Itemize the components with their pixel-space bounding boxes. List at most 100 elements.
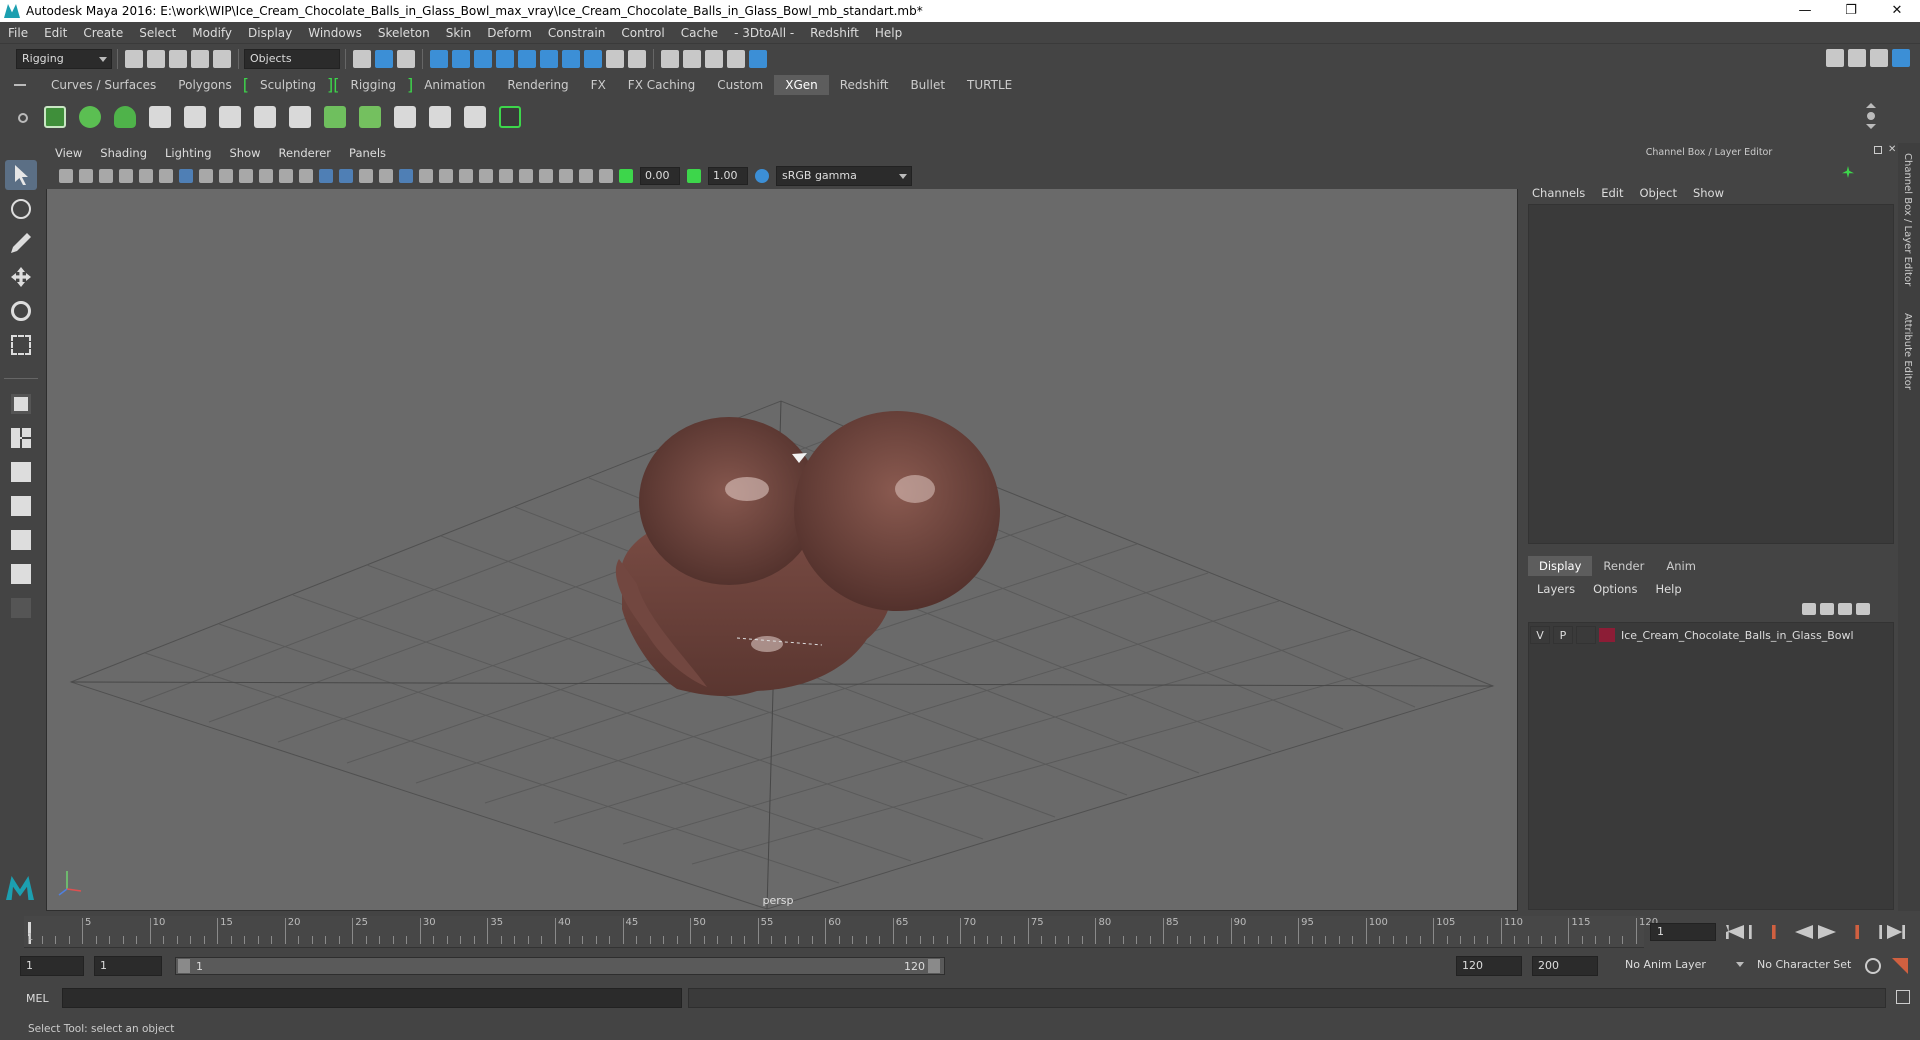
field-chart-icon[interactable] (259, 169, 273, 183)
menu-3dtoall[interactable]: - 3DtoAll - (726, 26, 802, 40)
isolate-select-icon[interactable] (539, 169, 553, 183)
input-output-icon[interactable] (628, 50, 646, 68)
symmetry-icon[interactable] (584, 50, 602, 68)
layout-more[interactable] (5, 593, 37, 623)
step-forward-frame-icon[interactable] (1855, 925, 1859, 939)
tab-redshift[interactable]: Redshift (829, 75, 900, 95)
shelf-scroll-arrows-icon[interactable] (1866, 103, 1876, 133)
xgen-layers-icon[interactable] (355, 102, 385, 132)
wireframe-icon[interactable] (319, 169, 333, 183)
move-layer-up-icon[interactable] (1802, 603, 1816, 615)
snap-projected-icon[interactable] (496, 50, 514, 68)
new-layer-icon[interactable] (1838, 603, 1852, 615)
viewport-menu-shading[interactable]: Shading (91, 146, 156, 160)
tab-polygons[interactable]: Polygons (167, 75, 242, 95)
move-tool[interactable] (5, 262, 37, 292)
select-object-icon[interactable] (375, 50, 393, 68)
image-plane-icon[interactable] (119, 169, 133, 183)
xgen-guide-place-icon[interactable] (215, 102, 245, 132)
xgen-groom-comb-icon[interactable] (145, 102, 175, 132)
view-transform-dropdown[interactable]: sRGB gamma (776, 166, 912, 186)
camera-select-icon[interactable] (59, 169, 73, 183)
menu-help[interactable]: Help (867, 26, 910, 40)
use-lights-icon[interactable] (419, 169, 433, 183)
safe-action-icon[interactable] (279, 169, 293, 183)
tab-custom[interactable]: Custom (706, 75, 774, 95)
tab-render-layers[interactable]: Render (1592, 556, 1655, 576)
render-view-icon[interactable] (749, 50, 767, 68)
channel-box-manipulator-icon[interactable] (1842, 166, 1854, 178)
redo-icon[interactable] (213, 50, 231, 68)
layer-row[interactable]: V P Ice_Cream_Chocolate_Balls_in_Glass_B… (1530, 625, 1892, 645)
channels-menu[interactable]: Channels (1524, 184, 1593, 202)
depth-of-field-icon[interactable] (519, 169, 533, 183)
tab-xgen[interactable]: XGen (774, 75, 829, 95)
playback-start-field[interactable]: 1 (94, 956, 162, 976)
menu-skeleton[interactable]: Skeleton (370, 26, 438, 40)
hypershade-icon[interactable] (727, 50, 745, 68)
go-to-end-icon[interactable] (1887, 925, 1905, 939)
channel-box-toggle-icon[interactable] (1892, 49, 1910, 67)
last-tool-used[interactable] (5, 389, 37, 419)
anim-layer-dropdown[interactable]: No Anim Layer (1620, 956, 1734, 976)
side-tab-attribute-editor[interactable]: Attribute Editor (1902, 313, 1913, 390)
select-component-icon[interactable] (397, 50, 415, 68)
restore-button[interactable]: ❐ (1828, 0, 1874, 22)
smooth-shade-icon[interactable] (339, 169, 353, 183)
textured-icon[interactable] (399, 169, 413, 183)
xray-active-icon[interactable] (579, 169, 593, 183)
menuset-dropdown[interactable]: Rigging (16, 49, 112, 69)
auto-keyframe-icon[interactable] (1865, 958, 1881, 974)
bookmark-icon[interactable] (99, 169, 113, 183)
tab-anim-layers[interactable]: Anim (1655, 556, 1707, 576)
lasso-tool[interactable] (5, 194, 37, 224)
viewport-menu-renderer[interactable]: Renderer (270, 146, 341, 160)
command-input[interactable] (62, 988, 682, 1008)
film-gate-icon[interactable] (199, 169, 213, 183)
shelf-settings-gear-icon[interactable] (18, 113, 28, 123)
tab-rigging[interactable]: Rigging (339, 75, 406, 95)
tab-curves-surfaces[interactable]: Curves / Surfaces (40, 75, 167, 95)
snap-curve-icon[interactable] (452, 50, 470, 68)
2d-pan-zoom-icon[interactable] (139, 169, 153, 183)
snap-point-icon[interactable] (474, 50, 492, 68)
menu-cache[interactable]: Cache (673, 26, 726, 40)
select-tool[interactable] (5, 160, 37, 190)
close-button[interactable]: ✕ (1874, 0, 1920, 22)
xray-icon[interactable] (379, 169, 393, 183)
grid-icon[interactable] (179, 169, 193, 183)
undo-icon[interactable] (191, 50, 209, 68)
motion-blur-icon[interactable] (479, 169, 493, 183)
chocolate-balls-model[interactable] (615, 411, 1000, 697)
command-language-label[interactable]: MEL (26, 992, 49, 1005)
side-tab-channel-box[interactable]: Channel Box / Layer Editor (1902, 153, 1913, 286)
animation-start-field[interactable]: 1 (20, 956, 84, 976)
xray-joints-icon[interactable] (559, 169, 573, 183)
menu-edit[interactable]: Edit (36, 26, 75, 40)
tab-sculpting[interactable]: Sculpting (249, 75, 327, 95)
xgen-import-icon[interactable] (110, 102, 140, 132)
help-menu[interactable]: Help (1646, 579, 1690, 599)
tab-fx[interactable]: FX (580, 75, 617, 95)
layer-visibility-toggle[interactable]: V (1530, 626, 1550, 644)
move-layer-down-icon[interactable] (1820, 603, 1834, 615)
step-back-frame-icon[interactable] (1772, 925, 1776, 939)
range-slider[interactable] (175, 957, 945, 975)
save-scene-icon[interactable] (169, 50, 187, 68)
hud-icon[interactable] (599, 169, 613, 183)
step-back-key-icon[interactable] (1749, 925, 1752, 939)
close-panel-icon[interactable]: ✕ (1888, 145, 1896, 155)
rotate-tool[interactable] (5, 296, 37, 326)
layout-side-by-side[interactable] (5, 457, 37, 487)
gate-mask-icon[interactable] (239, 169, 253, 183)
tab-display-layers[interactable]: Display (1528, 556, 1593, 576)
tab-turtle[interactable]: TURTLE (956, 75, 1023, 95)
menu-constrain[interactable]: Constrain (540, 26, 614, 40)
panel-layout-icon[interactable] (1848, 49, 1866, 67)
layout-persp-outliner[interactable] (5, 491, 37, 521)
shelf-menu-icon[interactable] (14, 78, 28, 92)
render-settings-icon[interactable] (705, 50, 723, 68)
viewport-menu-lighting[interactable]: Lighting (156, 146, 220, 160)
ipr-render-icon[interactable] (683, 50, 701, 68)
menu-select[interactable]: Select (131, 26, 184, 40)
